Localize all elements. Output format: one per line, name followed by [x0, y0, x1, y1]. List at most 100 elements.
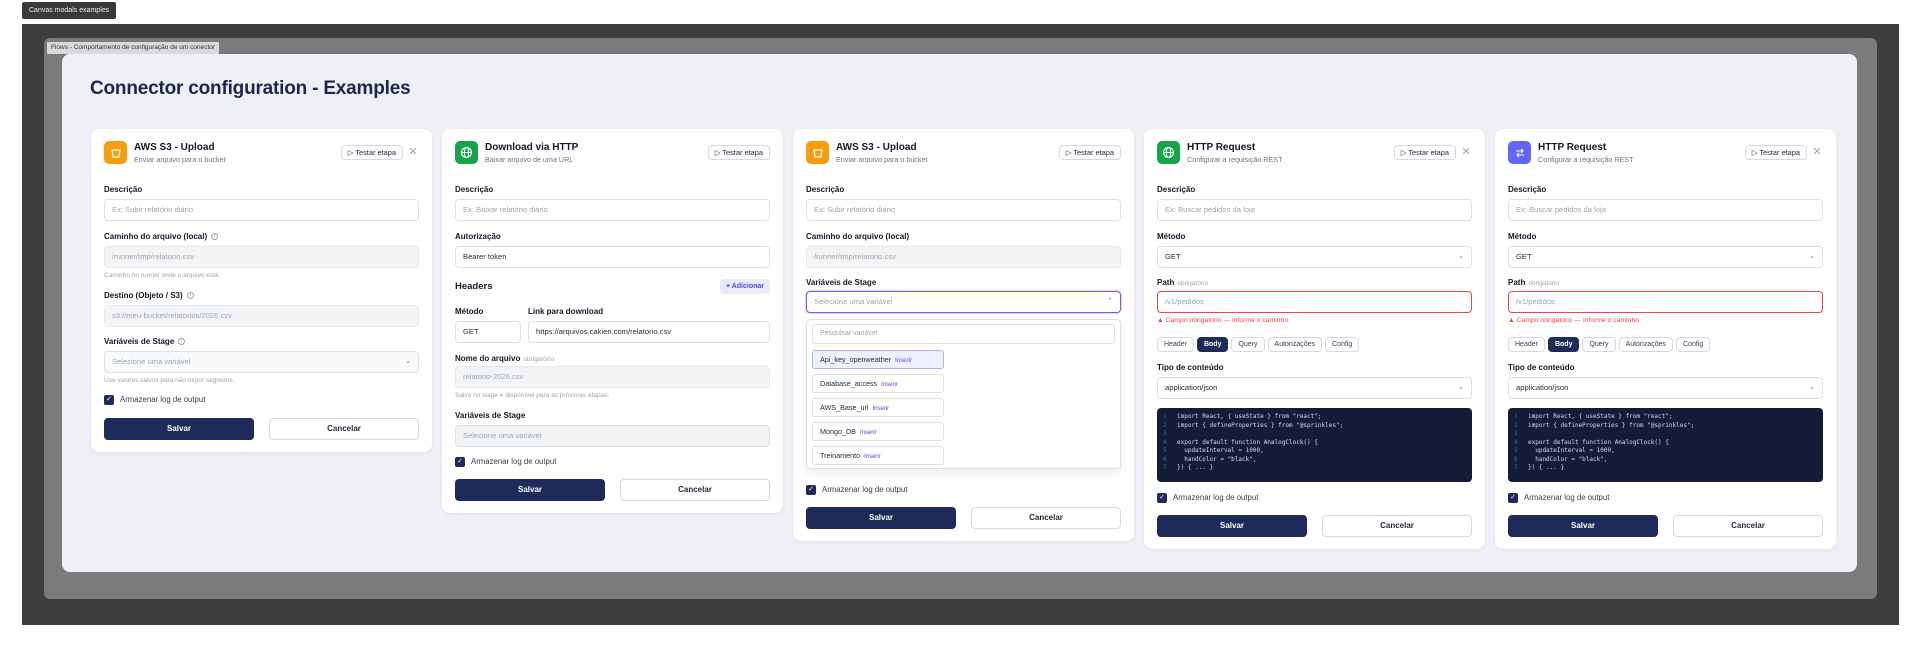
card-http-request: HTTP Request Configurar a requisição RES… — [1144, 129, 1485, 549]
filename-label: Nome do arquivo obrigatório — [455, 354, 555, 363]
filename-input[interactable]: relatorio-2026.csv — [455, 366, 770, 388]
tab-header[interactable]: Header — [1508, 337, 1545, 352]
destination-input[interactable]: s3://meu-bucket/relatorios/2026.csv — [104, 305, 419, 327]
card-http-request-alt: HTTP Request Configurar a requisição RES… — [1495, 129, 1836, 549]
code-editor[interactable]: 1 import React, { useState } from "react"… — [1157, 408, 1472, 482]
method-select[interactable]: GET ⌄ — [1508, 246, 1823, 268]
test-step-button[interactable]: ▷ Testar etapa — [1393, 145, 1456, 160]
tab-body[interactable]: Body — [1196, 337, 1229, 352]
description-input[interactable]: Ex: Buscar pedidos da loja — [1508, 199, 1823, 221]
card-header: AWS S3 - Upload Enviar arquivo para o bu… — [104, 141, 419, 167]
card-subtitle: Enviar arquivo para o bucket — [836, 155, 928, 164]
dropdown-option[interactable]: Database_access Inserir — [812, 374, 944, 393]
test-step-button[interactable]: ▷ Testar etapa — [340, 145, 403, 160]
save-button[interactable]: Salvar — [1157, 515, 1307, 537]
variable-search-input[interactable]: Pesquisar variável — [812, 324, 1115, 344]
card-s3-upload: AWS S3 - Upload Enviar arquivo para o bu… — [91, 129, 432, 452]
chevron-down-icon: ⌄ — [1809, 384, 1815, 391]
dropdown-option[interactable]: AWS_Base_url Inserir — [812, 398, 944, 417]
save-button[interactable]: Salvar — [806, 507, 956, 529]
tab-config[interactable]: Config — [1325, 337, 1360, 352]
dropdown-option[interactable]: Api_key_openweather Inserir — [812, 350, 944, 369]
stage-vars-select[interactable]: Selecione uma variável ⌃ — [806, 291, 1121, 313]
card-download-http: Download via HTTP Baixar arquivo de uma … — [442, 129, 783, 513]
tab-authorizations[interactable]: Autorizações — [1267, 337, 1322, 352]
close-icon[interactable]: ✕ — [1460, 145, 1472, 159]
close-icon[interactable]: ✕ — [1811, 145, 1823, 159]
stage-vars-select[interactable]: Selecione uma variável ⌄ — [104, 351, 419, 373]
code-editor[interactable]: 1 import React, { useState } from "react"… — [1508, 408, 1823, 482]
filename-help: Salvo no stage e disponível para as próx… — [455, 392, 610, 399]
save-button[interactable]: Salvar — [455, 479, 605, 501]
path-input[interactable]: /runner/tmp/relatorio.csv — [806, 246, 1121, 268]
path-error: ▲ Campo obrigatório — informe o caminho. — [1157, 317, 1290, 324]
description-input[interactable]: Ex: Subir relatório diário — [806, 199, 1121, 221]
dropdown-option[interactable]: Mongo_DB Inserir — [812, 422, 944, 441]
card-title: AWS S3 - Upload — [134, 142, 215, 153]
card-header: Download via HTTP Baixar arquivo de uma … — [455, 141, 770, 167]
close-icon[interactable]: ✕ — [407, 145, 419, 159]
method-input[interactable]: GET — [455, 321, 521, 343]
method-select[interactable]: GET ⌄ — [1157, 246, 1472, 268]
card-s3-upload-dropdown: AWS S3 - Upload Enviar arquivo para o bu… — [793, 129, 1134, 541]
save-button[interactable]: Salvar — [104, 418, 254, 440]
path-input[interactable]: /runner/tmp/relatorio.csv — [104, 246, 419, 268]
chevron-down-icon: ⌄ — [1458, 253, 1464, 260]
dropdown-option[interactable]: Treinamento Inserir — [812, 446, 944, 465]
test-step-button[interactable]: ▷ Testar etapa — [707, 145, 770, 160]
path-label: Path obrigatório — [1508, 278, 1560, 287]
method-label: Método — [455, 307, 484, 316]
card-header: HTTP Request Configurar a requisição RES… — [1157, 141, 1472, 167]
authorization-input[interactable]: Bearer token — [455, 246, 770, 268]
cancel-button[interactable]: Cancelar — [620, 479, 770, 501]
tab-config[interactable]: Config — [1676, 337, 1711, 352]
frame-label[interactable]: Flows - Comportamento de configuração de… — [47, 42, 220, 54]
path-label: Path obrigatório — [1157, 278, 1209, 287]
cancel-button[interactable]: Cancelar — [1673, 515, 1823, 537]
stage-vars-select[interactable]: Selecione uma variável — [455, 425, 770, 447]
cancel-button[interactable]: Cancelar — [269, 418, 419, 440]
content-type-select[interactable]: application/json ⌄ — [1157, 377, 1472, 399]
path-error: ▲ Campo obrigatório — informe o caminho. — [1508, 317, 1641, 324]
tab-query[interactable]: Query — [1582, 337, 1616, 352]
card-title: HTTP Request — [1538, 142, 1607, 153]
stage-vars-help: Use valores salvos para não expor segred… — [104, 377, 235, 384]
request-tabs: Header Body Query Autorizações Config — [1508, 337, 1711, 352]
test-step-button[interactable]: ▷ Testar etapa — [1744, 145, 1807, 160]
tab-query[interactable]: Query — [1231, 337, 1265, 352]
code-line: 4 export default function AnalogClock() { — [1163, 438, 1318, 446]
cancel-button[interactable]: Cancelar — [1322, 515, 1472, 537]
description-input[interactable]: Ex: Subir relatório diário — [104, 199, 419, 221]
code-line: 5 updateInterval = 1000, — [1163, 447, 1264, 454]
stage-vars-label: Variáveis de Stage — [806, 278, 877, 287]
add-header-button[interactable]: + Adicionar — [719, 279, 770, 294]
cancel-button[interactable]: Cancelar — [971, 507, 1121, 529]
code-line: 7}) { ... } — [1163, 464, 1214, 471]
test-step-button[interactable]: ▷ Testar etapa — [1058, 145, 1121, 160]
destination-label: Destino (Objeto / S3) i — [104, 291, 194, 300]
page-title: Connector configuration - Examples — [90, 78, 411, 99]
info-icon: i — [211, 233, 219, 241]
chevron-up-icon: ⌃ — [1107, 298, 1113, 305]
download-link-input[interactable]: https://arquivos.cakien.com/relatorio.cs… — [528, 321, 770, 343]
card-title: HTTP Request — [1187, 142, 1256, 153]
tab-body[interactable]: Body — [1547, 337, 1580, 352]
description-input[interactable]: Ex: Baixar relatório diário — [455, 199, 770, 221]
description-label: Descrição — [104, 185, 143, 194]
save-button[interactable]: Salvar — [1508, 515, 1658, 537]
description-input[interactable]: Ex: Buscar pedidos da loja — [1157, 199, 1472, 221]
content-type-label: Tipo de conteúdo — [1508, 363, 1575, 372]
path-input[interactable]: /v1/pedidos — [1508, 291, 1823, 313]
tab-authorizations[interactable]: Autorizações — [1618, 337, 1673, 352]
card-subtitle: Configurar a requisição REST — [1187, 155, 1283, 164]
code-line: 2 import { defineProperties } from "@spri… — [1163, 421, 1344, 429]
top-chip[interactable]: Canvas modals examples — [22, 2, 117, 19]
check-icon: ✓ — [1157, 493, 1167, 503]
code-line: 1 import React, { useState } from "react"… — [1514, 413, 1673, 420]
card-title: Download via HTTP — [485, 142, 579, 153]
tab-header[interactable]: Header — [1157, 337, 1194, 352]
path-input[interactable]: /v1/pedidos — [1157, 291, 1472, 313]
content-type-select[interactable]: application/json ⌄ — [1508, 377, 1823, 399]
headers-heading: Headers — [455, 281, 493, 292]
card-header: AWS S3 - Upload Enviar arquivo para o bu… — [806, 141, 1121, 167]
